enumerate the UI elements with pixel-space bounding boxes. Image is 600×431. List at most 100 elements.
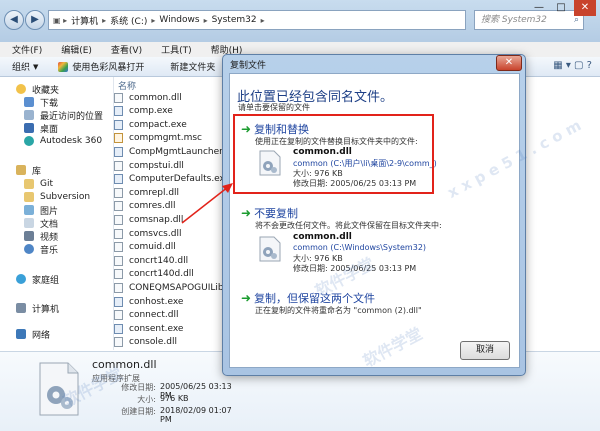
open-with-button[interactable]: 使用色彩风暴打开 (58, 60, 144, 73)
file-list-item[interactable]: consent.exe (114, 322, 228, 335)
star-icon (16, 84, 26, 94)
sidebar-favorites[interactable]: 收藏夹 (16, 83, 59, 96)
address-segment[interactable]: System32 (212, 15, 257, 25)
msc-file-icon (114, 133, 123, 144)
file-name: concrt140.dll (129, 255, 189, 266)
file-list-item[interactable]: CompMgmtLauncher.exe (114, 145, 228, 158)
dialog-title: 复制文件 (230, 61, 267, 71)
menu-file[interactable]: 文件(F) (12, 43, 42, 56)
desktop-icon (24, 123, 34, 133)
details-row: 大小: 976 KB (137, 394, 189, 404)
dll-file-icon (114, 201, 123, 212)
download-icon (24, 97, 34, 107)
address-bar[interactable]: ▣ ▸ 计算机 ▸ 系统 (C:) ▸ Windows ▸ System32 ▸ (48, 10, 466, 30)
back-button[interactable]: ◀ (4, 10, 24, 30)
menu-view[interactable]: 查看(V) (111, 43, 142, 56)
file-name: compmgmt.msc (129, 133, 202, 144)
exe-file-icon (114, 174, 123, 185)
navigation-pane: 收藏夹 下载 最近访问的位置 桌面 Autodesk 360 库 Git Sub… (0, 77, 114, 350)
option-dont-copy[interactable]: ➜ 不要复制 (241, 205, 298, 221)
file-list-item[interactable]: comsnap.dll (114, 213, 228, 226)
sidebar-library[interactable]: 库 (16, 164, 41, 177)
sidebar-network[interactable]: 网络 (16, 328, 50, 341)
sidebar-item-recent[interactable]: 最近访问的位置 (24, 109, 103, 122)
dll-file-icon (114, 187, 123, 198)
maximize-icon[interactable]: □ (550, 0, 572, 16)
file-name: compstui.dll (129, 160, 184, 171)
sidebar-homegroup[interactable]: 家庭组 (16, 273, 59, 286)
file-list-item[interactable]: ComputerDefaults.exe (114, 173, 228, 186)
close-icon[interactable]: ✕ (574, 0, 596, 16)
forward-button[interactable]: ▶ (25, 10, 45, 30)
column-header-name[interactable]: 名称 (114, 79, 238, 92)
exe-file-icon (114, 106, 123, 117)
sidebar-item-pictures[interactable]: 图片 (24, 204, 58, 217)
file-name: common.dll (129, 92, 182, 103)
view-options-icon[interactable]: ▦ ▾ ▢ ? (553, 60, 592, 71)
dll-file-icon (114, 228, 123, 239)
dialog-subheading: 请单击要保留的文件 (238, 103, 310, 112)
folder-icon (24, 192, 34, 202)
file-name: comp.exe (129, 106, 173, 117)
file-list-item[interactable]: compmgmt.msc (114, 132, 228, 145)
new-folder-button[interactable]: 新建文件夹 (170, 60, 215, 73)
file-list-item[interactable]: comres.dll (114, 200, 228, 213)
file-name: ComputerDefaults.exe (129, 174, 228, 185)
file-list-item[interactable]: concrt140.dll (114, 254, 228, 267)
details-row: 创建日期: 2018/02/09 01:07 PM (121, 406, 232, 424)
sidebar-item-subversion[interactable]: Subversion (24, 191, 90, 203)
file-list-item[interactable]: concrt140d.dll (114, 268, 228, 281)
file-list-item[interactable]: CONEQMSAPOGUILibrary (114, 281, 228, 294)
dll-file-icon (114, 337, 123, 348)
dll-file-icon (114, 92, 123, 103)
menu-tools[interactable]: 工具(T) (161, 43, 192, 56)
sidebar-item-documents[interactable]: 文档 (24, 217, 58, 230)
dll-file-icon (114, 242, 123, 253)
file-name: console.dll (129, 337, 177, 348)
file-list-item[interactable]: comrepl.dll (114, 186, 228, 199)
green-arrow-icon: ➜ (241, 291, 252, 305)
sidebar-item-git[interactable]: Git (24, 178, 53, 190)
documents-icon (24, 218, 34, 228)
sidebar-item-music[interactable]: 音乐 (24, 243, 58, 256)
organize-button[interactable]: 组织 ▼ (12, 60, 38, 74)
menu-edit[interactable]: 编辑(E) (61, 43, 92, 56)
file-list-item[interactable]: comp.exe (114, 105, 228, 118)
option-dont-copy-desc: 将不会更改任何文件。将此文件保留在目标文件夹中: (255, 221, 442, 230)
address-segment[interactable]: 计算机 (71, 14, 98, 27)
recent-places-icon (24, 110, 34, 120)
file-list-item[interactable]: common.dll (114, 91, 228, 104)
address-segment[interactable]: 系统 (C:) (110, 14, 147, 27)
search-placeholder: 搜索 System32 (481, 15, 547, 25)
file-name: concrt140d.dll (129, 269, 194, 280)
option2-file-path: common (C:\Windows\System32) (293, 243, 427, 252)
option2-file-name: common.dll (293, 232, 352, 242)
file-list-item[interactable]: compstui.dll (114, 159, 228, 172)
file-list-item[interactable]: conhost.exe (114, 295, 228, 308)
music-icon (24, 244, 34, 254)
sidebar-item-autodesk[interactable]: Autodesk 360 (24, 135, 102, 147)
option-keep-both[interactable]: ➜ 复制，但保留这两个文件 (241, 290, 375, 306)
minimize-icon[interactable]: — (528, 0, 550, 16)
dialog-close-icon[interactable]: ✕ (496, 55, 522, 71)
sidebar-item-videos[interactable]: 视频 (24, 230, 58, 243)
exe-file-icon (114, 146, 123, 157)
file-name: CompMgmtLauncher.exe (129, 146, 228, 157)
file-name: conhost.exe (129, 296, 184, 307)
file-list-item[interactable]: connect.dll (114, 309, 228, 322)
dll-file-icon (114, 269, 123, 280)
videos-icon (24, 231, 34, 241)
file-list-item[interactable]: console.dll (114, 336, 228, 349)
sidebar-item-desktop[interactable]: 桌面 (24, 122, 58, 135)
autodesk-icon (24, 136, 34, 146)
file-list-item[interactable]: compact.exe (114, 118, 228, 131)
file-list-item[interactable]: comuid.dll (114, 241, 228, 254)
file-list-item[interactable]: comsvcs.dll (114, 227, 228, 240)
file-name: comsnap.dll (129, 214, 184, 225)
address-segment[interactable]: Windows (159, 15, 199, 25)
sidebar-item-downloads[interactable]: 下载 (24, 96, 58, 109)
sidebar-computer[interactable]: 计算机 (16, 302, 59, 315)
dll-file-icon (114, 255, 123, 266)
exe-file-icon (114, 296, 123, 307)
cancel-button[interactable]: 取消 (460, 341, 510, 360)
